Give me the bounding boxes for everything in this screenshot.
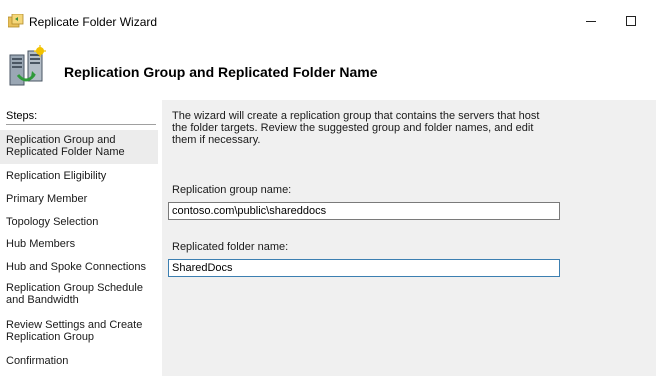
- intro-text: The wizard will create a replication gro…: [172, 110, 540, 146]
- wizard-header: Replication Group and Replicated Folder …: [0, 40, 656, 100]
- step-replication-group-name[interactable]: Replication Group and Replicated Folder …: [0, 130, 158, 164]
- step-schedule-and-bandwidth[interactable]: Replication Group Schedule and Bandwidth: [0, 282, 150, 306]
- step-review-settings[interactable]: Review Settings and Create Replication G…: [0, 319, 150, 343]
- maximize-icon: [626, 16, 636, 26]
- step-label: Review Settings and Create Replication G…: [6, 319, 143, 343]
- step-hub-and-spoke-connections[interactable]: Hub and Spoke Connections: [0, 261, 158, 273]
- content-panel: The wizard will create a replication gro…: [162, 100, 656, 376]
- steps-sidebar: Steps: Replication Group and Replicated …: [0, 100, 162, 376]
- step-label: Hub and Spoke Connections: [6, 261, 147, 273]
- steps-heading: Steps:: [6, 110, 38, 122]
- page-title: Replication Group and Replicated Folder …: [64, 64, 378, 80]
- step-label: Confirmation: [6, 355, 69, 367]
- window-title: Replicate Folder Wizard: [29, 15, 158, 29]
- folder-name-label: Replicated folder name:: [172, 241, 289, 253]
- step-label: Hub Members: [6, 238, 76, 250]
- step-label: Replication Group Schedule and Bandwidth: [6, 282, 143, 306]
- step-topology-selection[interactable]: Topology Selection: [0, 216, 158, 228]
- step-label: Topology Selection: [6, 216, 99, 228]
- step-hub-members[interactable]: Hub Members: [0, 238, 158, 250]
- replication-server-icon: [9, 45, 46, 86]
- step-label: Primary Member: [6, 193, 88, 205]
- title-bar: Replicate Folder Wizard: [0, 0, 656, 40]
- group-name-input[interactable]: [168, 202, 560, 220]
- folder-name-input[interactable]: [168, 259, 560, 277]
- step-confirmation[interactable]: Confirmation: [0, 355, 158, 367]
- minimize-icon: [586, 21, 596, 22]
- group-name-label: Replication group name:: [172, 184, 292, 196]
- wizard-app-icon: [8, 14, 24, 28]
- minimize-button[interactable]: [578, 8, 604, 34]
- step-label: Replication Eligibility: [6, 170, 107, 182]
- steps-divider: [6, 124, 156, 125]
- step-primary-member[interactable]: Primary Member: [0, 193, 158, 205]
- maximize-button[interactable]: [618, 8, 644, 34]
- step-label: Replication Group and Replicated Folder …: [6, 134, 125, 158]
- step-replication-eligibility[interactable]: Replication Eligibility: [0, 170, 158, 182]
